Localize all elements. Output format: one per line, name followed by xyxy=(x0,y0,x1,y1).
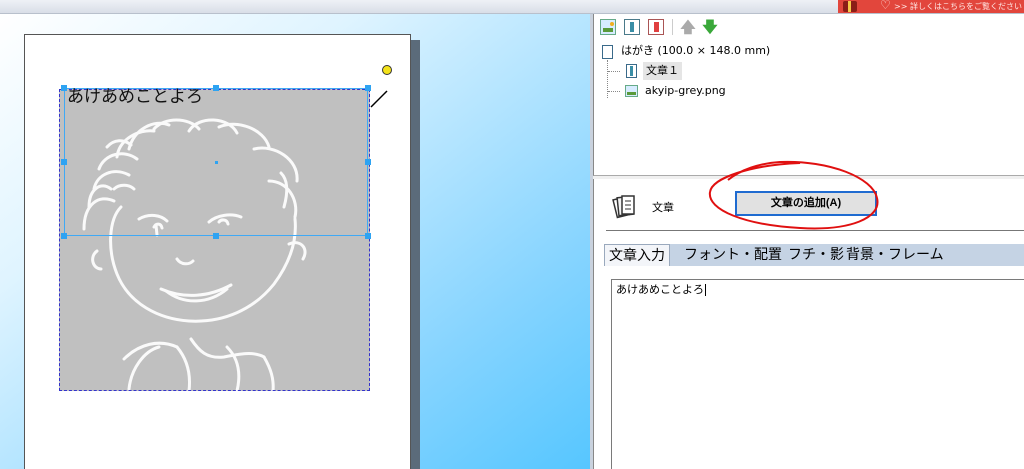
text-input-value: あけあめことよろ xyxy=(616,283,704,296)
resize-handle-middle-left[interactable] xyxy=(61,159,67,165)
postcard-icon xyxy=(602,45,613,59)
tree-item-label: 文章１ xyxy=(643,62,682,80)
window-top-strip: ♡ >> 詳しくはこちらをご覧ください xyxy=(0,0,1024,14)
rotate-handle[interactable] xyxy=(382,65,392,75)
resize-handle-bottom-right[interactable] xyxy=(365,233,371,239)
divider xyxy=(606,230,1024,231)
ad-banner[interactable]: ♡ >> 詳しくはこちらをご覧ください xyxy=(838,0,1024,13)
document-stack-icon xyxy=(612,195,635,219)
tree-toolbar: 🡅 🡇 xyxy=(594,14,1024,40)
resize-handle-middle-right[interactable] xyxy=(365,159,371,165)
section-label: 文章 xyxy=(652,201,674,214)
tree-item-label: akyip-grey.png xyxy=(645,84,726,97)
tab-font-layout[interactable]: フォント・配置 xyxy=(680,244,786,266)
tab-text-input[interactable]: 文章入力 xyxy=(604,244,670,266)
tree-root-label: はがき (100.0 × 148.0 mm) xyxy=(621,44,771,57)
tab-bar: 文章入力 フォント・配置 フチ・影 背景・フレーム xyxy=(604,244,1024,266)
move-down-icon[interactable]: 🡇 xyxy=(702,19,718,35)
move-up-icon[interactable]: 🡅 xyxy=(680,19,696,35)
resize-handle-bottom-left[interactable] xyxy=(61,233,67,239)
text-input-area[interactable]: あけあめことよろ xyxy=(611,279,1024,469)
toolbar-separator xyxy=(672,19,673,35)
right-panel: 🡅 🡇 はがき (100.0 × 148.0 mm) 文章１ akyip-gre… xyxy=(593,14,1024,469)
add-text-icon[interactable] xyxy=(624,19,640,35)
properties-panel: 文章 文章の追加(A) 文章入力 フォント・配置 フチ・影 背景・フレーム あけ… xyxy=(593,179,1024,469)
tree-connector xyxy=(607,60,608,98)
resize-handle-bottom-middle[interactable] xyxy=(213,233,219,239)
text-caret xyxy=(705,284,706,296)
canvas-area[interactable]: あけあめことよろ xyxy=(0,14,590,469)
delete-item-icon[interactable] xyxy=(648,19,664,35)
tree-connector xyxy=(608,91,620,92)
postcard-text[interactable]: あけあめことよろ xyxy=(67,86,203,108)
layer-tree-panel: 🡅 🡇 はがき (100.0 × 148.0 mm) 文章１ akyip-gre… xyxy=(593,14,1024,176)
rotate-connector xyxy=(370,90,388,108)
heart-icon: ♡ xyxy=(880,0,891,12)
add-image-icon[interactable] xyxy=(600,19,616,35)
tab-border-shadow[interactable]: フチ・影 xyxy=(784,244,848,266)
text-layer-icon xyxy=(626,64,637,78)
tab-background-frame[interactable]: 背景・フレーム xyxy=(842,244,948,266)
ad-text: >> 詳しくはこちらをご覧ください xyxy=(894,2,1022,11)
resize-handle-top-middle[interactable] xyxy=(213,85,219,91)
add-text-button[interactable]: 文章の追加(A) xyxy=(735,191,877,216)
center-point xyxy=(215,161,218,164)
image-layer-icon xyxy=(625,85,638,97)
tree-connector xyxy=(608,71,620,72)
gift-icon xyxy=(843,1,857,12)
resize-handle-top-left[interactable] xyxy=(61,85,67,91)
